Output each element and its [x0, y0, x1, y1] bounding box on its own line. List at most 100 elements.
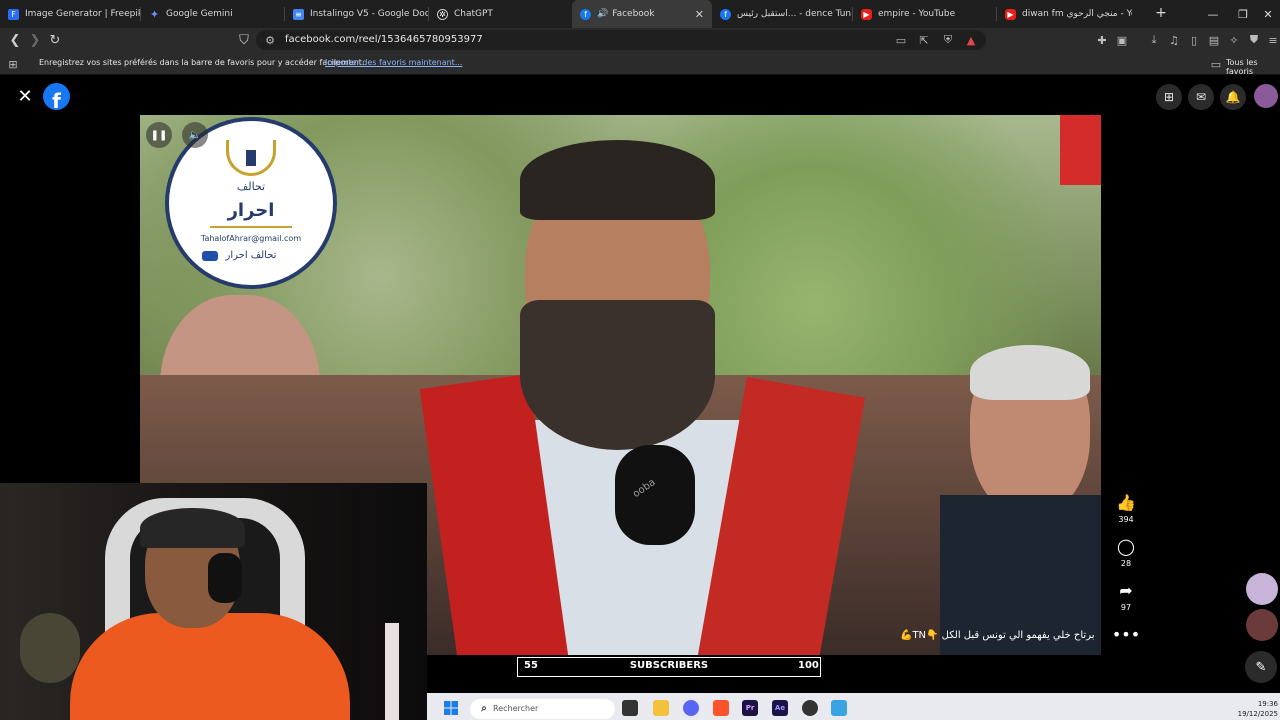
tab-label: Instalingo V5 - Google Docs	[310, 9, 428, 19]
share-icon[interactable]: ⇱	[917, 33, 931, 47]
maximize-button[interactable]: ❐	[1228, 0, 1258, 28]
download-icon[interactable]: ⤓	[1147, 33, 1161, 47]
volume-button[interactable]: 🔈	[182, 122, 208, 148]
close-reel-button[interactable]: ✕	[16, 86, 34, 107]
chatgpt-favicon-icon: ✲	[437, 8, 448, 20]
comment-count: 28	[1120, 559, 1132, 568]
share-action[interactable]: ➦ 97	[1111, 581, 1141, 612]
streamer-cap	[140, 508, 245, 548]
profile-avatar[interactable]	[1254, 84, 1278, 108]
logo-text-top: تحالف	[236, 180, 266, 193]
clock-time: 19:36	[1257, 700, 1278, 708]
url-text[interactable]: facebook.com/reel/1536465780953977	[285, 34, 483, 45]
notifications-bell-icon[interactable]: 🔔	[1220, 84, 1246, 110]
menu-grid-icon[interactable]: ⊞	[1156, 84, 1182, 110]
discord-icon[interactable]	[683, 700, 699, 716]
new-tab-button[interactable]: +	[1153, 5, 1169, 21]
tunisia-flag	[1060, 115, 1101, 185]
site-info-icon[interactable]: ⚙	[263, 33, 277, 47]
close-window-button[interactable]: ✕	[1256, 0, 1280, 28]
cast-icon[interactable]: ▭	[894, 33, 908, 47]
extensions-icon[interactable]: ✚	[1095, 33, 1109, 47]
tab-youtube-diwan[interactable]: ▶ diwan fm منجي الرحوي - YouTube	[997, 0, 1132, 28]
tab-label: empire - YouTube	[878, 9, 956, 19]
gemini-favicon-icon: ✦	[149, 7, 160, 21]
streamer-shirt	[70, 613, 350, 720]
youtube-favicon-icon: ▶	[1005, 8, 1016, 20]
minimize-button[interactable]: —	[1198, 0, 1228, 28]
taskbar-clock[interactable]: 19:36 19/12/2025	[1236, 699, 1278, 719]
forward-button[interactable]: ❯	[27, 32, 43, 48]
browser-tab-bar: F Image Generator | Freepik AI ✦ Google …	[0, 0, 1280, 28]
video-person-right	[940, 345, 1101, 655]
pause-button[interactable]: ❚❚	[146, 122, 172, 148]
facebook-favicon-icon: f	[720, 8, 731, 20]
ai-icon[interactable]: ✧	[1227, 33, 1241, 47]
search-icon: ⌕	[481, 702, 487, 714]
webcam-overlay	[0, 483, 427, 720]
history-icon[interactable]: ▯	[1187, 33, 1201, 47]
youtube-favicon-icon: ▶	[861, 8, 872, 20]
headset-icon	[208, 553, 242, 603]
tab-instalingo-docs[interactable]: ≡ Instalingo V5 - Google Docs	[285, 0, 428, 28]
reader-mode-icon[interactable]: ▣	[1115, 33, 1129, 47]
after-effects-icon[interactable]: Ae	[772, 700, 788, 716]
like-action[interactable]: 👍 394	[1111, 493, 1141, 524]
folder-icon: ▭	[1210, 57, 1222, 71]
contact-avatar[interactable]	[1246, 573, 1278, 605]
tab-label: Image Generator | Freepik AI	[25, 9, 140, 19]
media-icon[interactable]: ♫	[1167, 33, 1181, 47]
tab-gemini[interactable]: ✦ Google Gemini	[141, 0, 284, 28]
facebook-favicon-icon: f	[580, 8, 591, 20]
microphone	[615, 445, 695, 545]
bookmarks-hint: Enregistrez vos sites préférés dans la b…	[39, 58, 365, 67]
rewards-icon[interactable]: ▲	[964, 33, 978, 47]
new-message-button[interactable]: ✎	[1245, 651, 1277, 683]
tab-label: Google Gemini	[166, 9, 233, 19]
wallet-icon[interactable]: ▤	[1207, 33, 1221, 47]
video-caption: برتاح خلي يفهمو الي تونس قبل الكل 👇TN💪	[900, 630, 1095, 641]
messenger-icon[interactable]: ✉	[1188, 84, 1214, 110]
tab-facebook[interactable]: f 🔊 Facebook ✕	[572, 0, 712, 28]
logo-text-bottom: تحالف احرار	[225, 250, 277, 261]
back-button[interactable]: ❮	[7, 32, 23, 48]
apps-grid-icon[interactable]: ⊞	[6, 57, 20, 71]
share-count: 97	[1120, 603, 1132, 612]
comment-icon: ◯	[1117, 537, 1135, 556]
like-count: 394	[1118, 515, 1134, 524]
vpn-icon[interactable]: ⛊	[1247, 33, 1261, 47]
contact-avatar[interactable]	[1246, 609, 1278, 641]
tab-facebook-presidence[interactable]: f استقبل رئيس... - dence Tunisie	[712, 0, 852, 28]
tab-chatgpt[interactable]: ✲ ChatGPT	[429, 0, 572, 28]
task-view-icon[interactable]	[622, 700, 638, 716]
tab-freepik[interactable]: F Image Generator | Freepik AI	[0, 0, 140, 28]
logo-text-main: احرار	[227, 200, 275, 221]
all-favorites-folder[interactable]: Tous les favoris	[1226, 58, 1280, 76]
share-arrow-icon: ➦	[1119, 581, 1133, 600]
bookmark-icon[interactable]: ⛉	[236, 32, 252, 48]
taskbar-search-placeholder: Rechercher	[493, 704, 539, 713]
photos-icon[interactable]	[831, 700, 847, 716]
windows-start-icon[interactable]	[444, 701, 458, 715]
shield-icon[interactable]: ⛨	[941, 33, 955, 47]
facebook-logo[interactable]: f	[43, 83, 70, 110]
audio-playing-icon: 🔊	[597, 9, 609, 19]
obs-icon[interactable]	[802, 700, 818, 716]
more-options-button[interactable]: •••	[1111, 625, 1141, 645]
main-person-beard	[520, 300, 715, 450]
import-favorites-link[interactable]: Importer des favoris maintenant...	[325, 58, 462, 67]
logo-email: TahalofAhrar@gmail.com	[200, 234, 302, 243]
tab-youtube-empire[interactable]: ▶ empire - YouTube	[853, 0, 996, 28]
gavel-icon	[246, 150, 256, 166]
comment-action[interactable]: ◯ 28	[1111, 537, 1141, 568]
webcam-shelf	[20, 613, 80, 683]
reload-button[interactable]: ↻	[47, 32, 63, 48]
menu-icon[interactable]: ≡	[1266, 33, 1280, 47]
webcam-lamp	[385, 623, 399, 720]
file-explorer-icon[interactable]	[653, 700, 669, 716]
goal-label: SUBSCRIBERS	[629, 660, 709, 671]
close-tab-icon[interactable]: ✕	[689, 8, 704, 21]
brave-icon[interactable]	[713, 700, 729, 716]
premiere-icon[interactable]: Pr	[742, 700, 758, 716]
facebook-f-icon: f	[52, 89, 61, 110]
